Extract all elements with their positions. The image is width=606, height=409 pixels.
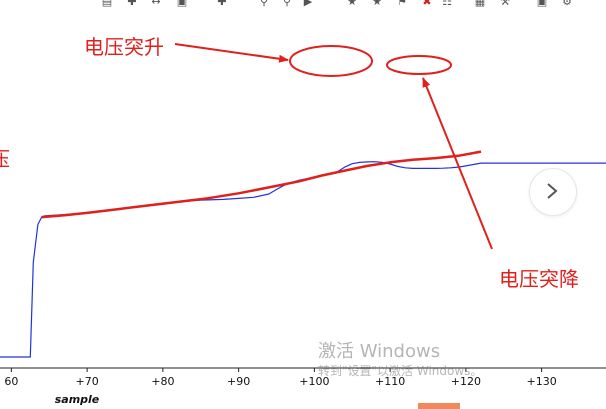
- x-tick-label: +80: [151, 375, 174, 388]
- x-tick-label: +90: [227, 375, 250, 388]
- plot-area: [0, 150, 606, 358]
- voltage-rise-ellipse: [289, 45, 373, 77]
- x-tick-label: +70: [76, 375, 99, 388]
- watermark-title: 激活 Windows: [318, 341, 441, 362]
- voltage-drop-label: 电压突降: [499, 267, 579, 291]
- x-tick-label: +130: [527, 375, 557, 388]
- voltage-rise-arrow: [174, 43, 289, 63]
- series-trend-line: [41, 150, 482, 219]
- series-measured-line: [0, 161, 606, 358]
- next-slide-button[interactable]: [529, 168, 577, 216]
- voltage-rise-label: 电压突升: [84, 35, 164, 59]
- activate-windows-watermark: 激活 Windows 转到"设置"以激活 Windows。: [318, 341, 482, 379]
- clipped-voltage-label: 压: [0, 147, 10, 171]
- voltage-drop-ellipse: [386, 55, 452, 75]
- watermark-subtitle: 转到"设置"以激活 Windows。: [318, 364, 483, 378]
- x-tick-label: 60: [4, 375, 18, 388]
- chevron-right-icon: [547, 183, 558, 199]
- taskbar-fragment: [418, 403, 460, 409]
- x-axis-label: sample: [55, 393, 100, 406]
- chart: 60 +70 +80 +90 +100 +110 +120 +130 sample 电压突升 …: [0, 35, 606, 406]
